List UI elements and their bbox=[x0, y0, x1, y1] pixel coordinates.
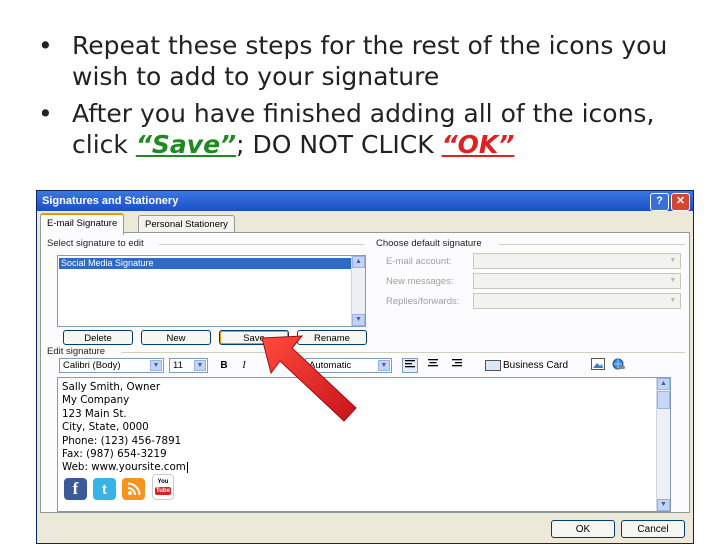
tab-email-signature[interactable]: E-mail Signature bbox=[40, 213, 125, 235]
red-arrow-icon bbox=[261, 335, 357, 422]
